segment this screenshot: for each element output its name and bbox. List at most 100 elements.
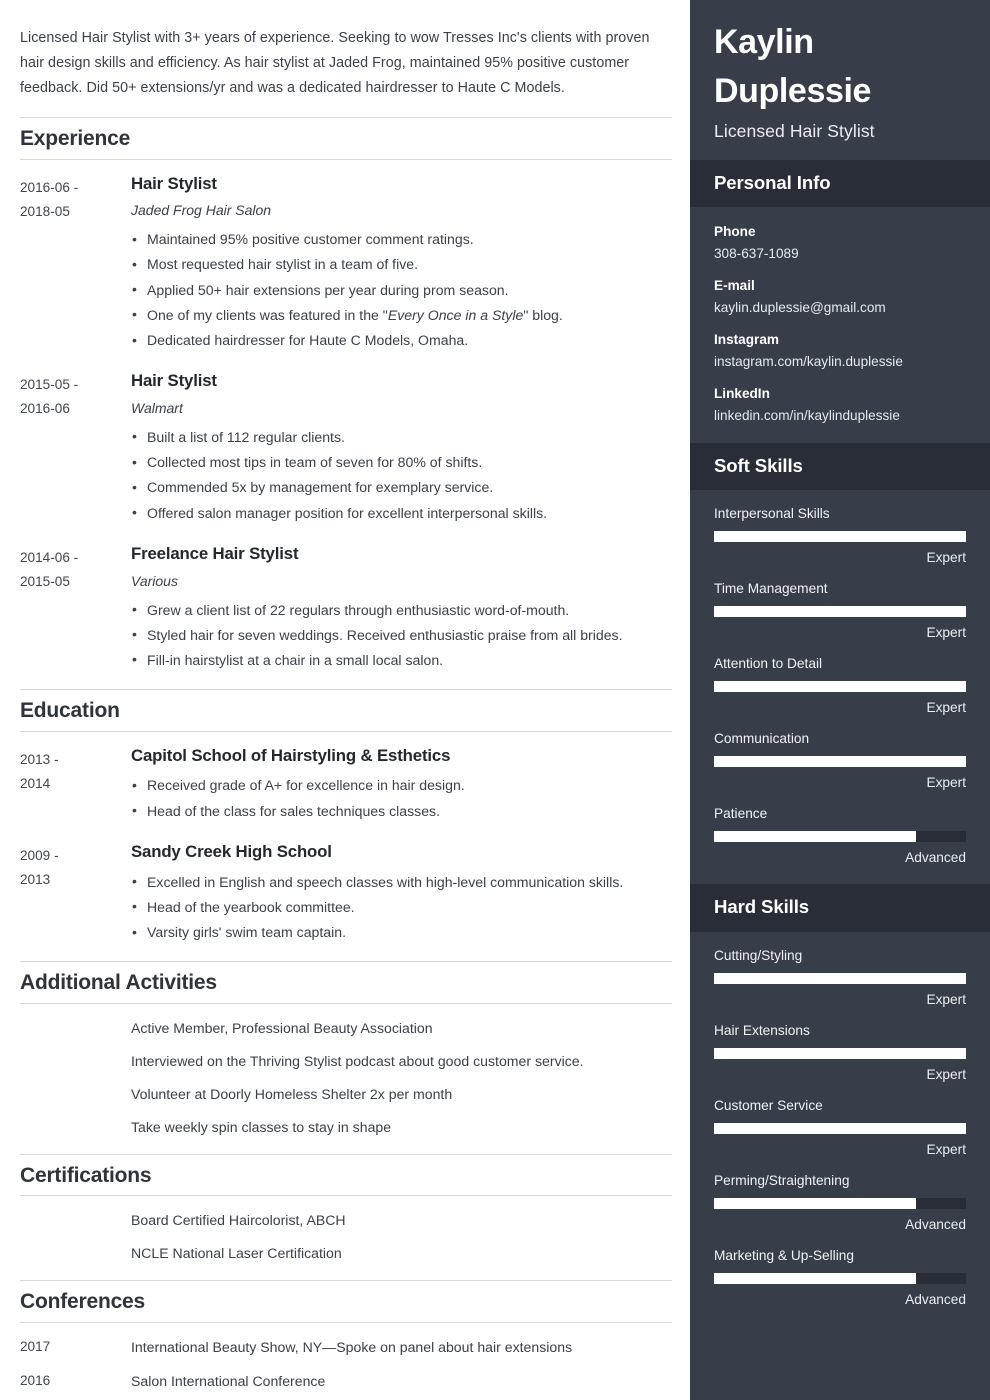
- entry-bullet: Most requested hair stylist in a team of…: [131, 252, 672, 277]
- entry-bullet: Received grade of A+ for excellence in h…: [131, 773, 672, 798]
- skill-bar-fill: [714, 1047, 966, 1059]
- skill-item: Patience Advanced: [714, 804, 966, 868]
- entry-date-range: 2009 - 2013: [20, 841, 131, 892]
- list-item-text: Board Certified Haircolorist, ABCH: [131, 1212, 346, 1229]
- date-to: 2015-05: [20, 573, 70, 589]
- entry-bullet: Collected most tips in team of seven for…: [131, 450, 672, 475]
- conference-year: 2017: [20, 1338, 51, 1354]
- skill-bar-fill: [714, 831, 916, 843]
- contact-value[interactable]: instagram.com/kaylin.duplessie: [714, 351, 966, 373]
- sidebar-section-title: Hard Skills: [714, 896, 810, 918]
- skill-bar-fill: [714, 681, 966, 693]
- contact-item: Instagram instagram.com/kaylin.duplessie: [714, 329, 966, 373]
- resume-entry: 2014-06 - 2015-05 Freelance Hair Stylist Va…: [20, 543, 672, 673]
- entry-body: Freelance Hair Stylist Various Grew a clie…: [131, 543, 672, 673]
- section-education: Education 2013 - 2014 Capitol School of Ha…: [20, 689, 672, 945]
- section-title: Experience: [20, 127, 131, 150]
- skill-item: Hair Extensions Expert: [714, 1021, 966, 1085]
- skill-item: Perming/Straightening Advanced: [714, 1171, 966, 1235]
- entry-bullet: Excelled in English and speech classes w…: [131, 869, 672, 895]
- section-title: Education: [20, 699, 120, 723]
- date-from: 2015-05 -: [20, 377, 79, 393]
- resume-sidebar: Kaylin Duplessie Licensed Hair Stylist P…: [690, 0, 990, 1400]
- sidebar-header-soft-skills: Soft Skills: [690, 442, 990, 491]
- entry-bullet: Styled hair for seven weddings. Received…: [131, 622, 672, 648]
- skill-name: Interpersonal Skills: [714, 506, 830, 522]
- candidate-first-name: Kaylin: [714, 23, 814, 61]
- contact-value[interactable]: kaylin.duplessie@gmail.com: [714, 297, 966, 319]
- section-header-certifications: Certifications: [20, 1153, 672, 1197]
- section-title: Certifications: [20, 1163, 152, 1187]
- entry-organization: Various: [131, 572, 178, 589]
- section-title: Conferences: [20, 1290, 146, 1314]
- entry-title: Capitol School of Hairstyling & Esthetic…: [131, 745, 451, 765]
- entry-bullet: Dedicated hairdresser for Haute C Models…: [131, 328, 672, 353]
- skill-level-label: Expert: [926, 625, 966, 641]
- entry-body: Hair Stylist Jaded Frog Hair Salon Maintai…: [131, 173, 672, 354]
- date-to: 2016-06: [20, 401, 70, 417]
- skill-item: Time Management Expert: [714, 579, 966, 643]
- skill-bar-track: [714, 1197, 966, 1209]
- entry-bullet-list: Received grade of A+ for excellence in h…: [131, 773, 672, 824]
- skill-bar-fill: [714, 606, 966, 618]
- list-item: Volunteer at Doorly Homeless Shelter 2x …: [20, 1083, 672, 1105]
- entry-date-range: 2013 - 2014: [20, 745, 131, 796]
- conference-text: International Beauty Show, NY—Spoke on p…: [131, 1338, 573, 1355]
- skill-bar-fill: [714, 1197, 916, 1209]
- skill-bar-track: [714, 972, 966, 984]
- skill-bar-track: [714, 1272, 966, 1284]
- contact-item: Phone 308-637-1089: [714, 221, 966, 265]
- skill-level-label: Advanced: [905, 1216, 966, 1232]
- section-title: Additional Activities: [20, 971, 217, 995]
- skill-bar-track: [714, 531, 966, 543]
- section-header-conferences: Conferences: [20, 1280, 672, 1323]
- entry-body: Capitol School of Hairstyling & Esthetic…: [131, 745, 672, 824]
- skill-bar-track: [714, 831, 966, 843]
- entry-date-range: 2014-06 - 2015-05: [20, 543, 131, 594]
- skill-item: Marketing & Up-Selling Advanced: [714, 1246, 966, 1310]
- resume-entry: 2016-06 - 2018-05 Hair Stylist Jaded Frog H…: [20, 173, 672, 354]
- skill-item: Customer Service Expert: [714, 1096, 966, 1160]
- list-item: Interviewed on the Thriving Stylist podc…: [20, 1050, 672, 1072]
- contact-value[interactable]: linkedin.com/in/kaylinduplessie: [714, 405, 966, 427]
- contact-item: E-mail kaylin.duplessie@gmail.com: [714, 275, 966, 319]
- identity-block: Kaylin Duplessie Licensed Hair Stylist: [690, 0, 990, 160]
- candidate-name: Kaylin Duplessie: [714, 18, 966, 116]
- section-certifications: Certifications Board Certified Haircolor…: [20, 1153, 672, 1265]
- skill-bar-fill: [714, 1272, 916, 1284]
- resume-main-column: Licensed Hair Stylist with 3+ years of e…: [0, 0, 690, 1400]
- entry-title: Hair Stylist: [131, 173, 217, 193]
- entry-bullet: Head of the yearbook committee.: [131, 894, 672, 920]
- skill-item: Interpersonal Skills Expert: [714, 504, 966, 568]
- sidebar-section-title: Soft Skills: [714, 454, 803, 476]
- entry-body: Hair Stylist Walmart Built a list of 112 r…: [131, 370, 672, 526]
- date-from: 2009 -: [20, 847, 59, 863]
- skill-bar-fill: [714, 972, 966, 984]
- resume-entry: 2013 - 2014 Capitol School of Hairstyling …: [20, 745, 672, 824]
- entry-date-range: 2016-06 - 2018-05: [20, 173, 131, 224]
- list-item: Take weekly spin classes to stay in shap…: [20, 1116, 672, 1138]
- skill-level-label: Expert: [926, 1141, 966, 1157]
- date-from: 2013 -: [20, 751, 59, 767]
- date-to: 2018-05: [20, 203, 70, 219]
- date-to: 2014: [20, 775, 51, 791]
- contact-label: E-mail: [714, 277, 755, 293]
- skill-name: Customer Service: [714, 1097, 823, 1113]
- conference-text: Salon International Conference: [131, 1372, 326, 1389]
- skill-level-label: Expert: [926, 550, 966, 566]
- skill-level-label: Expert: [926, 775, 966, 791]
- conference-row: 2016 Salon International Conference: [20, 1370, 672, 1392]
- entry-bullet: Applied 50+ hair extensions per year dur…: [131, 277, 672, 303]
- contact-item: LinkedIn linkedin.com/in/kaylinduplessie: [714, 383, 966, 427]
- certifications-list: Board Certified Haircolorist, ABCH NCLE N…: [20, 1209, 672, 1264]
- skill-bar-track: [714, 756, 966, 768]
- candidate-job-title: Licensed Hair Stylist: [714, 121, 875, 141]
- date-from: 2014-06 -: [20, 549, 79, 565]
- list-item-text: Interviewed on the Thriving Stylist podc…: [131, 1052, 584, 1069]
- section-header-education: Education: [20, 689, 672, 732]
- entry-bullet: Offered salon manager position for excel…: [131, 500, 672, 526]
- contact-value[interactable]: 308-637-1089: [714, 243, 966, 265]
- skill-name: Patience: [714, 806, 768, 822]
- entry-organization: Walmart: [131, 400, 183, 417]
- skill-name: Time Management: [714, 581, 828, 597]
